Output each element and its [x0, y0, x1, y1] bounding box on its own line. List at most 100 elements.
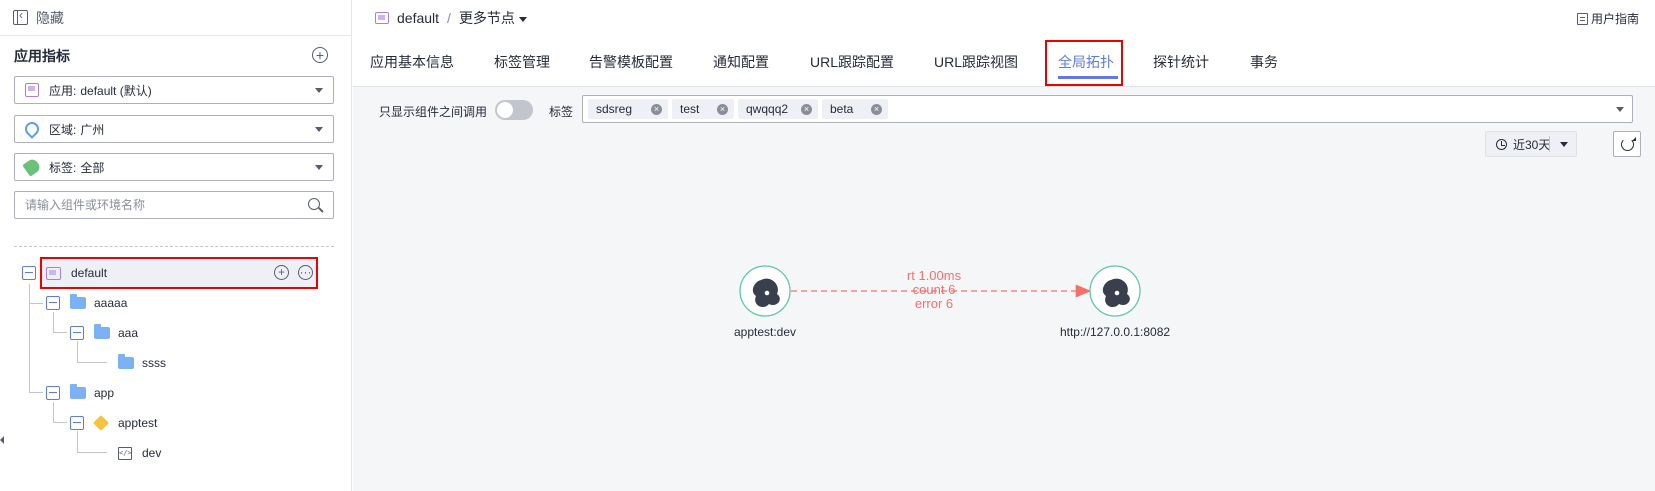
- more-nodes-dropdown[interactable]: 更多节点: [459, 8, 527, 28]
- caret-down-icon: [1616, 107, 1624, 112]
- tree-item-dev[interactable]: </> dev: [118, 440, 161, 466]
- tree-connector: [53, 422, 67, 423]
- collapse-icon[interactable]: [70, 326, 84, 340]
- tree-connector: [77, 362, 107, 363]
- source-node[interactable]: [739, 265, 791, 317]
- tab-url-trace-config[interactable]: URL跟踪配置: [810, 52, 894, 72]
- tag-multiselect[interactable]: sdsreg × test × qwqqq2 × beta ×: [582, 95, 1633, 123]
- main-content: 应用基本信息 标签管理 告警模板配置 通知配置 URL跟踪配置 URL跟踪视图 …: [353, 37, 1655, 491]
- remove-tag-icon[interactable]: ×: [801, 104, 812, 115]
- plus-icon: +: [277, 265, 285, 279]
- tag-chip: qwqqq2 ×: [738, 99, 818, 119]
- clock-icon: [1496, 138, 1507, 150]
- tree-item-root[interactable]: default: [22, 260, 107, 286]
- tab-probe-stats[interactable]: 探针统计: [1153, 52, 1209, 72]
- collapse-icon[interactable]: [70, 416, 84, 430]
- component-cube-icon: [93, 415, 109, 431]
- tab-tag-management[interactable]: 标签管理: [494, 52, 550, 72]
- time-range-select[interactable]: 近30天: [1485, 131, 1577, 157]
- tree-connector: [29, 392, 43, 393]
- app-icon: [375, 12, 389, 24]
- hide-sidebar-button[interactable]: 隐藏: [0, 0, 352, 36]
- tag-filter-select[interactable]: 标签: 全部: [14, 153, 334, 181]
- remove-tag-icon[interactable]: ×: [871, 104, 882, 115]
- caret-down-icon: [315, 88, 323, 93]
- caret-down-icon: [315, 127, 323, 132]
- tree-item-aaa[interactable]: aaa: [70, 320, 138, 346]
- add-app-button[interactable]: +: [312, 47, 328, 63]
- tree-connector: [29, 303, 43, 304]
- folder-icon: [70, 384, 86, 399]
- app-icon: [46, 266, 61, 280]
- collapse-icon[interactable]: [22, 266, 36, 280]
- environment-code-icon: </>: [118, 446, 132, 460]
- tab-alarm-template[interactable]: 告警模板配置: [589, 52, 673, 72]
- app-icon: [25, 83, 39, 97]
- tree-item-app[interactable]: app: [46, 380, 114, 406]
- collapse-panel-icon: [13, 8, 28, 25]
- region-select-label: 区域:: [49, 122, 77, 137]
- refresh-button[interactable]: [1613, 131, 1641, 157]
- tree-item-label: aaa: [118, 326, 139, 340]
- search-input[interactable]: [14, 191, 334, 219]
- tag-chip: sdsreg ×: [588, 99, 668, 119]
- more-nodes-label: 更多节点: [458, 10, 515, 26]
- add-node-button[interactable]: +: [274, 265, 289, 280]
- region-select[interactable]: 区域: 广州: [14, 115, 334, 143]
- more-options-button[interactable]: ···: [298, 265, 313, 280]
- divider: [14, 246, 334, 247]
- tab-highlight-box: [1045, 40, 1123, 86]
- tree-connector: [53, 332, 67, 333]
- time-range-value: 近30天: [1513, 137, 1551, 152]
- refresh-icon: [1621, 137, 1636, 151]
- tree-item-label: app: [94, 386, 115, 400]
- left-panel: 隐藏 应用指标 + 应用: default (默认) 区域: 广州 标签: 全部…: [0, 0, 352, 491]
- section-title: 应用指标: [14, 48, 70, 64]
- tree-connector: [29, 284, 30, 392]
- target-node-label: http://127.0.0.1:8082: [1059, 325, 1171, 339]
- remove-tag-icon[interactable]: ×: [717, 104, 728, 115]
- edge-rt: rt 1.00ms: [906, 268, 962, 283]
- tree-item-ssss[interactable]: ssss: [118, 350, 166, 376]
- folder-icon: [94, 324, 110, 339]
- breadcrumb-app[interactable]: default: [397, 10, 439, 26]
- tab-notification-config[interactable]: 通知配置: [713, 52, 769, 72]
- tree-item-label: aaaaa: [94, 296, 128, 310]
- tree-item-label: dev: [142, 446, 162, 460]
- tag-chip-label: qwqqq2: [746, 102, 789, 116]
- filter-row: 只显示组件之间调用 标签 sdsreg × test × qwqqq2 × be…: [353, 88, 1655, 123]
- breadcrumb-separator: /: [447, 10, 451, 26]
- tag-chip-label: beta: [830, 102, 854, 116]
- tag-label: 标签: [549, 105, 574, 119]
- search-icon[interactable]: [308, 198, 320, 210]
- app-select-label: 应用:: [49, 83, 77, 98]
- caret-down-icon: [518, 16, 527, 22]
- plus-icon: +: [315, 47, 325, 63]
- tree-item-label: default: [71, 266, 108, 280]
- tab-transactions[interactable]: 事务: [1250, 52, 1278, 72]
- tree-item-aaaaa[interactable]: aaaaa: [46, 290, 127, 316]
- collapse-icon[interactable]: [46, 296, 60, 310]
- hide-label: 隐藏: [36, 9, 64, 26]
- tab-app-info[interactable]: 应用基本信息: [370, 52, 454, 72]
- edge-count: count 6: [912, 282, 956, 297]
- tag-chip-label: sdsreg: [596, 102, 633, 116]
- breadcrumb: default / 更多节点 用户指南: [353, 0, 1655, 36]
- tab-url-trace-view[interactable]: URL跟踪视图: [934, 52, 1018, 72]
- location-pin-icon: [22, 119, 42, 139]
- tree-item-label: apptest: [118, 416, 158, 430]
- edge-error: error 6: [914, 296, 954, 311]
- tree-item-apptest[interactable]: apptest: [70, 410, 157, 436]
- expand-arrow-icon[interactable]: [0, 436, 4, 444]
- app-select[interactable]: 应用: default (默认): [14, 76, 334, 104]
- ellipsis-icon: ···: [299, 265, 312, 279]
- collapse-icon[interactable]: [46, 386, 60, 400]
- user-guide-link[interactable]: 用户指南: [1576, 10, 1639, 27]
- source-node-label: apptest:dev: [733, 325, 797, 339]
- component-calls-toggle[interactable]: [495, 100, 533, 120]
- target-node[interactable]: [1089, 265, 1141, 317]
- tab-bar: 应用基本信息 标签管理 告警模板配置 通知配置 URL跟踪配置 URL跟踪视图 …: [353, 37, 1655, 87]
- remove-tag-icon[interactable]: ×: [651, 104, 662, 115]
- guide-book-icon: [1576, 12, 1588, 25]
- app-select-value: default (默认): [80, 83, 152, 98]
